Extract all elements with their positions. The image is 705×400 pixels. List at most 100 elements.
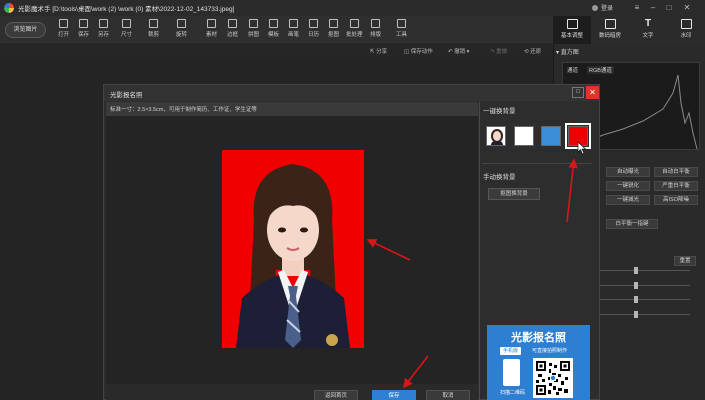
- toolbar-layout[interactable]: 排版: [370, 19, 381, 43]
- slider-knob[interactable]: [634, 296, 638, 303]
- toolbar-crop[interactable]: 裁剪: [148, 19, 159, 43]
- histogram-header[interactable]: ▾ 直方图: [556, 47, 579, 56]
- text-icon: T: [644, 18, 652, 29]
- auto-exposure-button[interactable]: 自动曝光: [606, 167, 650, 177]
- toolbar-collage[interactable]: 拼图: [248, 19, 259, 43]
- tab-text[interactable]: T 文字: [629, 16, 667, 44]
- toolbar-label: 抠图: [328, 32, 340, 38]
- dialog-minimize-icon[interactable]: □: [572, 87, 584, 98]
- toolbar-label: 裁剪: [148, 32, 160, 38]
- slider-knob[interactable]: [634, 282, 638, 289]
- slider-knob[interactable]: [634, 267, 638, 274]
- minimize-icon[interactable]: –: [646, 2, 660, 14]
- crop-icon: [149, 19, 158, 28]
- app-logo-icon: [4, 3, 14, 13]
- id-photo: [222, 150, 364, 348]
- share-button[interactable]: ⇱ 分享: [370, 47, 387, 55]
- folder-open-icon: [59, 19, 68, 28]
- toolbar-resize[interactable]: 尺寸: [121, 19, 132, 43]
- slider-track[interactable]: [600, 296, 690, 303]
- toolbar-save-as[interactable]: 另存: [98, 19, 109, 43]
- auto-white-balance-button[interactable]: 自动白平衡: [654, 167, 698, 177]
- rotate-icon: [177, 19, 186, 28]
- browse-images-button[interactable]: 浏览图片: [5, 22, 46, 38]
- cutout-icon: [329, 19, 338, 28]
- border-icon: [228, 19, 237, 28]
- app-name: 光影魔术手: [18, 6, 51, 13]
- toolbar-calendar[interactable]: 日历: [308, 19, 319, 43]
- save-as-icon: [99, 19, 108, 28]
- toolbar-template[interactable]: 模板: [268, 19, 279, 43]
- undo-button[interactable]: ↶ 撤销 ▾: [448, 47, 469, 55]
- one-click-dim-button[interactable]: 一键减光: [606, 195, 650, 205]
- toolbar-open[interactable]: 打开: [58, 19, 69, 43]
- toolbar-border[interactable]: 边框: [227, 19, 238, 43]
- collage-icon: [249, 19, 258, 28]
- id-photo-dialog: 光影报名照 □ ✕ 标准一寸：2.5×3.5cm，可用于制作简历、工作证、学生证…: [103, 84, 600, 400]
- tab-label: 数码暗房: [598, 33, 621, 39]
- photo-canvas: [106, 116, 478, 384]
- dialog-footer: 返回首页 保存 取消: [106, 384, 478, 400]
- save-button[interactable]: 保存: [372, 390, 416, 400]
- toolbar-label: 批处理: [346, 32, 363, 38]
- camera-icon: [604, 19, 616, 29]
- tab-digital-darkroom[interactable]: 数码暗房: [591, 16, 629, 44]
- swatch-blue[interactable]: [541, 126, 561, 146]
- calendar-icon: [309, 19, 318, 28]
- settings-icon[interactable]: ≡: [630, 2, 644, 14]
- dialog-title: 光影报名照: [104, 85, 599, 101]
- slider-track[interactable]: [600, 267, 690, 274]
- tab-watermark[interactable]: 水印: [667, 16, 705, 44]
- portrait-thumb-icon: [490, 129, 504, 145]
- material-icon: [207, 19, 216, 28]
- redo-button[interactable]: ↷ 重做: [490, 47, 507, 55]
- high-iso-denoise-button[interactable]: 高ISO降噪: [654, 195, 698, 205]
- slider-knob[interactable]: [634, 311, 638, 318]
- toolbar-label: 尺寸: [121, 32, 133, 38]
- one-click-sharpen-button[interactable]: 一键锐化: [606, 181, 650, 191]
- toolbar-save[interactable]: 保存: [78, 19, 89, 43]
- watermark-icon: [680, 19, 692, 29]
- cancel-button[interactable]: 取消: [426, 390, 470, 400]
- restore-button[interactable]: ⟲ 还原: [524, 47, 541, 55]
- white-balance-key-button[interactable]: 白平衡一指键: [606, 219, 658, 229]
- toolbar-label: 打开: [58, 32, 70, 38]
- toolbar-cutout[interactable]: 抠图: [328, 19, 339, 43]
- login-button[interactable]: 登录: [592, 3, 613, 12]
- toolbar-material[interactable]: 素材: [206, 19, 217, 43]
- slider-track[interactable]: [600, 282, 690, 289]
- ad-tag: 手机版: [500, 347, 522, 355]
- reset-button[interactable]: 重置: [674, 256, 696, 266]
- dialog-close-icon[interactable]: ✕: [586, 86, 599, 99]
- template-icon: [269, 19, 278, 28]
- toolbar-brush[interactable]: 画笔: [288, 19, 299, 43]
- ad-scan-text: 扫描二维码: [500, 390, 526, 396]
- toolbar-label: 排版: [370, 32, 382, 38]
- maximize-icon[interactable]: □: [662, 2, 676, 14]
- portrait-illustration: [236, 164, 350, 348]
- toolbar-tools[interactable]: 工具: [396, 19, 407, 43]
- phone-icon: [503, 359, 520, 386]
- toolbar-label: 旋转: [176, 32, 188, 38]
- slider-track[interactable]: [600, 311, 690, 318]
- save-action-button[interactable]: ◫ 保存动作: [404, 47, 433, 55]
- toolbar-label: 画笔: [288, 32, 300, 38]
- toolbar-batch[interactable]: 批处理: [346, 19, 363, 43]
- swatch-original[interactable]: [486, 126, 506, 146]
- toolbar-rotate[interactable]: 旋转: [176, 19, 187, 43]
- size-spec-text: 标准一寸：2.5×3.5cm，可用于制作简历、工作证、学生证等: [106, 102, 478, 116]
- swatch-white[interactable]: [514, 126, 534, 146]
- close-window-icon[interactable]: ✕: [680, 2, 694, 14]
- back-home-button[interactable]: 返回首页: [314, 390, 358, 400]
- undo-label: 撤销: [454, 49, 466, 55]
- severe-white-balance-button[interactable]: 严重白平衡: [654, 181, 698, 191]
- cutout-background-button[interactable]: 抠图换背景: [488, 188, 540, 200]
- login-label: 登录: [601, 6, 614, 12]
- tab-basic-adjust[interactable]: 基本调整: [553, 16, 591, 44]
- layout-icon: [371, 19, 380, 28]
- redo-label: 重做: [496, 49, 508, 55]
- toolbar-label: 保存: [78, 32, 90, 38]
- swatch-red[interactable]: [565, 123, 591, 149]
- share-label: 分享: [376, 49, 388, 55]
- mobile-app-ad[interactable]: 光影报名照 手机版 可直接拍照制作 扫描二维码: [487, 325, 590, 400]
